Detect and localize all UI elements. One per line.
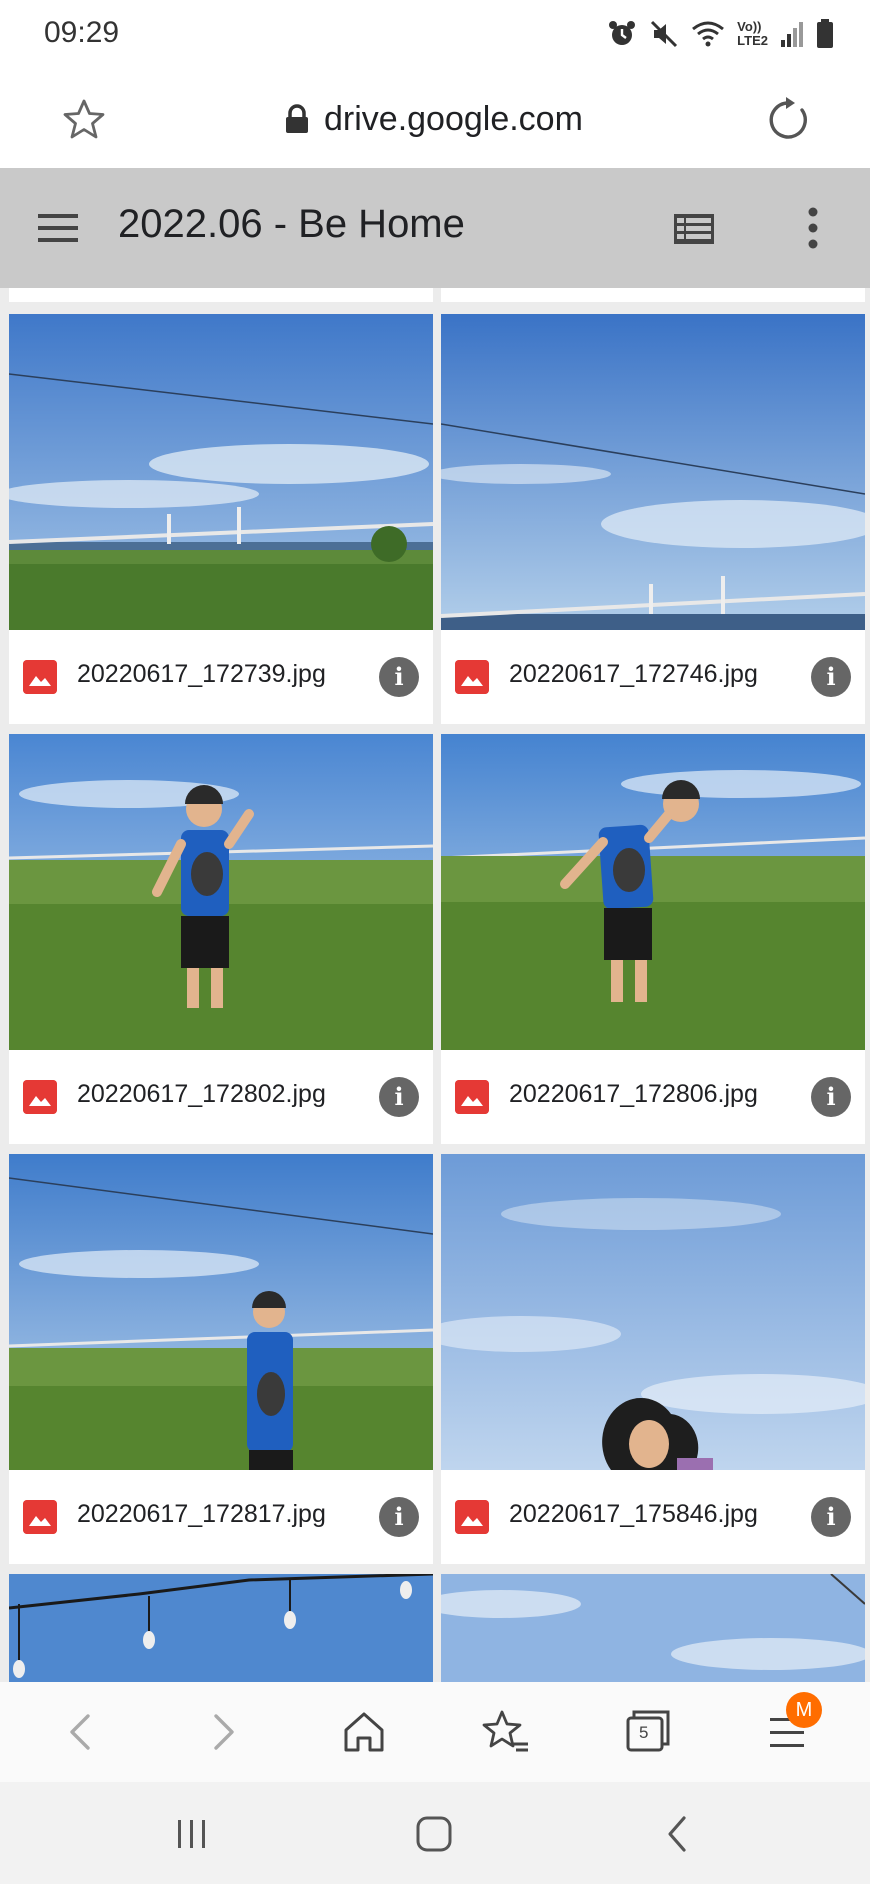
file-thumbnail[interactable] [9,734,433,1050]
lock-icon [286,104,308,133]
menu-badge: M [786,1692,822,1728]
url-text: drive.google.com [324,99,583,138]
recent-apps-icon[interactable] [168,1810,216,1858]
alarm-icon [609,21,636,45]
info-button[interactable]: i [811,657,851,697]
signal-icon [781,22,803,47]
reload-icon[interactable] [762,94,814,146]
file-card[interactable]: 20220617_172806.jpg i [441,734,865,1144]
file-caption: 20220617_172802.jpg i [9,1050,433,1144]
status-icons: Vo)) LTE2 [607,16,834,52]
back-arrow-icon[interactable] [56,1706,108,1758]
file-thumbnail[interactable] [441,1154,865,1470]
folder-title: 2022.06 - Be Home [118,202,465,246]
info-button[interactable]: i [379,1077,419,1117]
image-file-icon [23,1080,57,1114]
wifi-icon [692,21,725,47]
file-name[interactable]: 20220617_172806.jpg [509,1080,758,1109]
drive-header: 2022.06 - Be Home [0,168,870,288]
file-card[interactable]: 20220617_172802.jpg i [9,734,433,1144]
image-file-icon [455,660,489,694]
image-file-icon [23,660,57,694]
battery-icon [817,19,833,48]
mute-icon [651,20,678,48]
file-caption: 20220617_172806.jpg i [441,1050,865,1144]
tabs-button[interactable]: 5 [622,1706,674,1758]
home-icon[interactable] [338,1706,390,1758]
info-button[interactable]: i [379,657,419,697]
file-thumbnail[interactable] [441,314,865,630]
forward-arrow-icon[interactable] [196,1706,248,1758]
file-thumbnail[interactable] [9,1154,433,1470]
info-button[interactable]: i [811,1077,851,1117]
file-card-partial[interactable] [8,1572,434,1682]
network-label-bottom: LTE2 [737,33,768,48]
hamburger-menu-icon[interactable] [36,208,82,248]
file-grid: 20220617_172739.jpg i 20220617_172746.jp… [0,288,870,1682]
status-bar: 09:29 Vo)) LTE2 [0,0,870,70]
file-name[interactable]: 20220617_172802.jpg [77,1080,326,1109]
bookmark-star-icon[interactable] [60,96,108,144]
bookmarks-icon[interactable] [480,1706,532,1758]
network-label-top: Vo)) [737,19,762,34]
image-file-icon [455,1080,489,1114]
address-field[interactable]: drive.google.com [284,94,583,144]
browser-bottom-bar: 5 M [0,1682,870,1782]
home-button-icon[interactable] [410,1810,458,1858]
tab-count: 5 [639,1723,649,1742]
file-caption: 20220617_172739.jpg i [9,630,433,724]
browser-url-bar: drive.google.com [0,70,870,168]
file-name[interactable]: 20220617_172739.jpg [77,660,326,689]
file-caption: 20220617_172746.jpg i [441,630,865,724]
image-file-icon [23,1500,57,1534]
file-card-partial[interactable] [421,1573,870,1682]
system-back-icon[interactable] [654,1810,702,1858]
file-caption: 20220617_175846.jpg i [441,1470,865,1564]
file-name[interactable]: 20220617_172817.jpg [77,1500,326,1529]
info-button[interactable]: i [379,1497,419,1537]
file-card[interactable]: 20220617_172817.jpg i [9,1154,433,1564]
info-button[interactable]: i [811,1497,851,1537]
list-view-icon[interactable] [672,210,716,248]
file-thumbnail[interactable] [441,734,865,1050]
partial-card-top [9,288,433,302]
file-caption: 20220617_172817.jpg i [9,1470,433,1564]
file-name[interactable]: 20220617_172746.jpg [509,660,758,689]
file-thumbnail[interactable] [9,314,433,630]
network-type-label: Vo)) LTE2 [737,20,768,48]
more-options-icon[interactable] [800,204,826,252]
system-nav-bar [0,1782,870,1884]
file-thumbnail[interactable] [8,1572,434,1682]
file-name[interactable]: 20220617_175846.jpg [509,1500,758,1529]
status-time: 09:29 [44,16,120,49]
file-thumbnail[interactable] [421,1573,870,1682]
file-card[interactable]: 20220617_172746.jpg i [441,314,865,724]
image-file-icon [455,1500,489,1534]
partial-card-top [441,288,865,302]
file-card[interactable]: 20220617_175846.jpg i [441,1154,865,1564]
file-card[interactable]: 20220617_172739.jpg i [9,314,433,724]
